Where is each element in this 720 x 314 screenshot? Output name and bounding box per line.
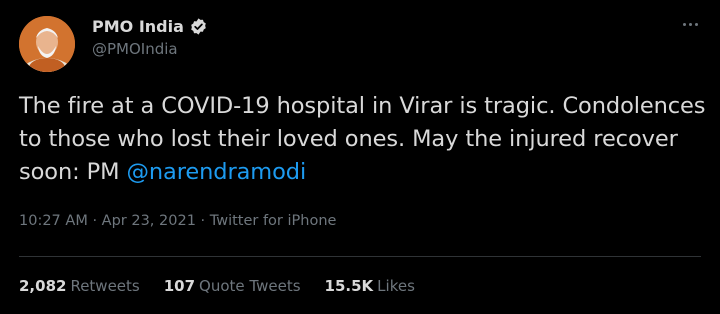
avatar[interactable] [19,16,75,72]
more-dot [694,22,698,26]
tweet-stats: 2,082 Retweets 107 Quote Tweets 15.5K Likes [19,277,439,295]
tweet-metadata: 10:27 AM · Apr 23, 2021 · Twitter for iP… [19,213,336,229]
more-dot [688,22,692,26]
tweet-text: The fire at a COVID-19 hospital in Virar… [19,90,709,189]
tweet-time[interactable]: 10:27 AM [19,213,88,229]
more-dot [682,22,686,26]
quote-tweets-stat[interactable]: 107 Quote Tweets [164,277,301,295]
likes-label: Likes [377,277,415,295]
tweet-date[interactable]: Apr 23, 2021 [102,213,196,229]
meta-separator: · [200,213,206,229]
display-name[interactable]: PMO India [92,17,184,36]
retweets-count: 2,082 [19,277,67,295]
meta-separator: · [92,213,98,229]
likes-count: 15.5K [324,277,374,295]
retweets-stat[interactable]: 2,082 Retweets [19,277,140,295]
retweets-label: Retweets [70,277,140,295]
tweet-text-content: The fire at a COVID-19 hospital in Virar… [19,93,706,185]
tweet-card: PMO India @PMOIndia The fire at a COVID-… [0,0,720,314]
likes-stat[interactable]: 15.5K Likes [325,277,415,295]
verified-badge-icon [189,17,208,36]
quote-tweets-count: 107 [163,277,196,295]
more-options-icon[interactable] [678,14,702,34]
mention-link[interactable]: @narendramodi [126,159,306,185]
divider [19,256,701,257]
name-row: PMO India [92,15,208,37]
avatar-image [19,16,75,72]
user-handle[interactable]: @PMOIndia [92,40,178,58]
tweet-source[interactable]: Twitter for iPhone [210,213,337,229]
quote-tweets-label: Quote Tweets [199,277,301,295]
